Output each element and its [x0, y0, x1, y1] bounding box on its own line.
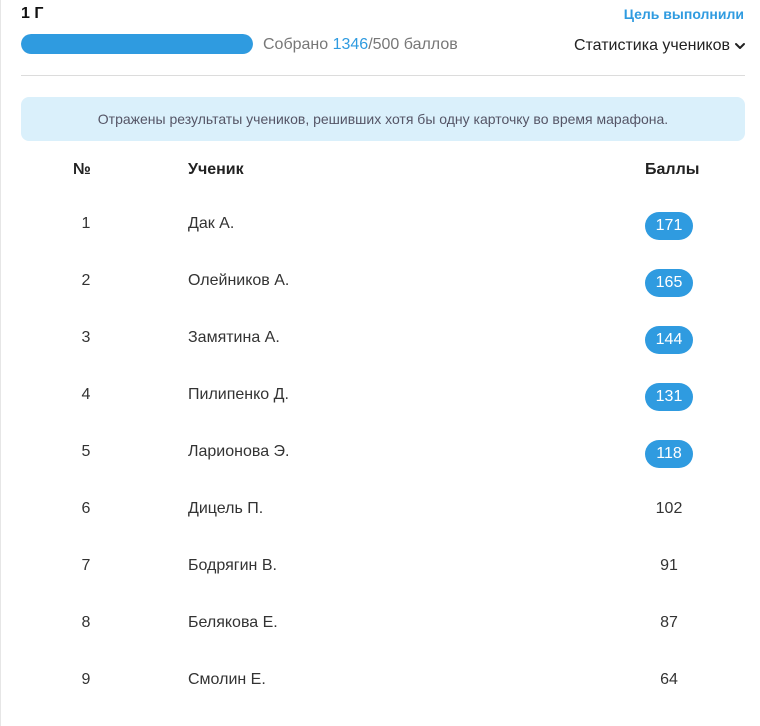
row-number: 3: [81, 329, 91, 346]
score-badge: 131: [645, 383, 693, 411]
student-name: Дак А.: [188, 215, 235, 232]
table-row: 6 Дицель П. 102: [0, 483, 760, 540]
table-row: 8 Белякова Е. 87: [0, 597, 760, 654]
divider: [21, 75, 745, 76]
student-name: Пилипенко Д.: [188, 386, 289, 403]
table-row: 3 Замятина А. 144: [0, 312, 760, 369]
student-name: Ларионова Э.: [188, 443, 290, 460]
table-row: 9 Смолин Е. 64: [0, 654, 760, 711]
progress-current: 1346: [332, 36, 369, 53]
student-name: Бодрягин В.: [188, 557, 277, 574]
score-value: 87: [660, 614, 678, 631]
score-badge: 144: [645, 326, 693, 354]
progress-total: /500 баллов: [368, 36, 458, 53]
score-badge: 171: [645, 212, 693, 240]
goal-completed-link[interactable]: Цель выполнили: [624, 6, 744, 22]
column-header-student: Ученик: [188, 161, 244, 178]
student-name: Олейников А.: [188, 272, 290, 289]
student-name: Дицель П.: [188, 500, 264, 517]
class-title: 1 Г: [21, 5, 44, 22]
score-badge: 118: [645, 440, 693, 468]
student-stats-label: Статистика учеников: [573, 37, 730, 54]
score-value: 102: [655, 500, 683, 517]
progress-bar-fill: [21, 34, 253, 54]
row-number: 2: [81, 272, 91, 289]
progress-text: Собрано 1346/500 баллов: [263, 36, 458, 54]
info-banner: Отражены результаты учеников, решивших х…: [21, 97, 745, 141]
student-name: Замятина А.: [188, 329, 280, 346]
table-row: 4 Пилипенко Д. 131: [0, 369, 760, 426]
student-stats-dropdown[interactable]: Статистика учеников: [574, 37, 746, 55]
table-row: 2 Олейников А. 165: [0, 255, 760, 312]
column-header-score: Баллы: [645, 161, 700, 178]
chevron-down-icon: [735, 43, 745, 49]
score-value: 64: [660, 671, 678, 688]
table-row: 7 Бодрягин В. 91: [0, 540, 760, 597]
column-header-number: №: [73, 161, 91, 178]
score-badge: 165: [645, 269, 693, 297]
row-number: 8: [81, 614, 91, 631]
progress-bar: [21, 34, 253, 54]
row-number: 6: [81, 500, 91, 517]
info-banner-text: Отражены результаты учеников, решивших х…: [97, 111, 669, 127]
row-number: 4: [81, 386, 91, 403]
student-name: Белякова Е.: [188, 614, 278, 631]
row-number: 9: [81, 671, 91, 688]
table-row: 5 Ларионова Э. 118: [0, 426, 760, 483]
row-number: 1: [81, 215, 91, 232]
progress-label: Собрано: [263, 36, 333, 53]
student-name: Смолин Е.: [188, 671, 266, 688]
row-number: 5: [81, 443, 91, 460]
score-value: 91: [660, 557, 678, 574]
row-number: 7: [81, 557, 91, 574]
table-row: 1 Дак А. 171: [0, 198, 760, 255]
